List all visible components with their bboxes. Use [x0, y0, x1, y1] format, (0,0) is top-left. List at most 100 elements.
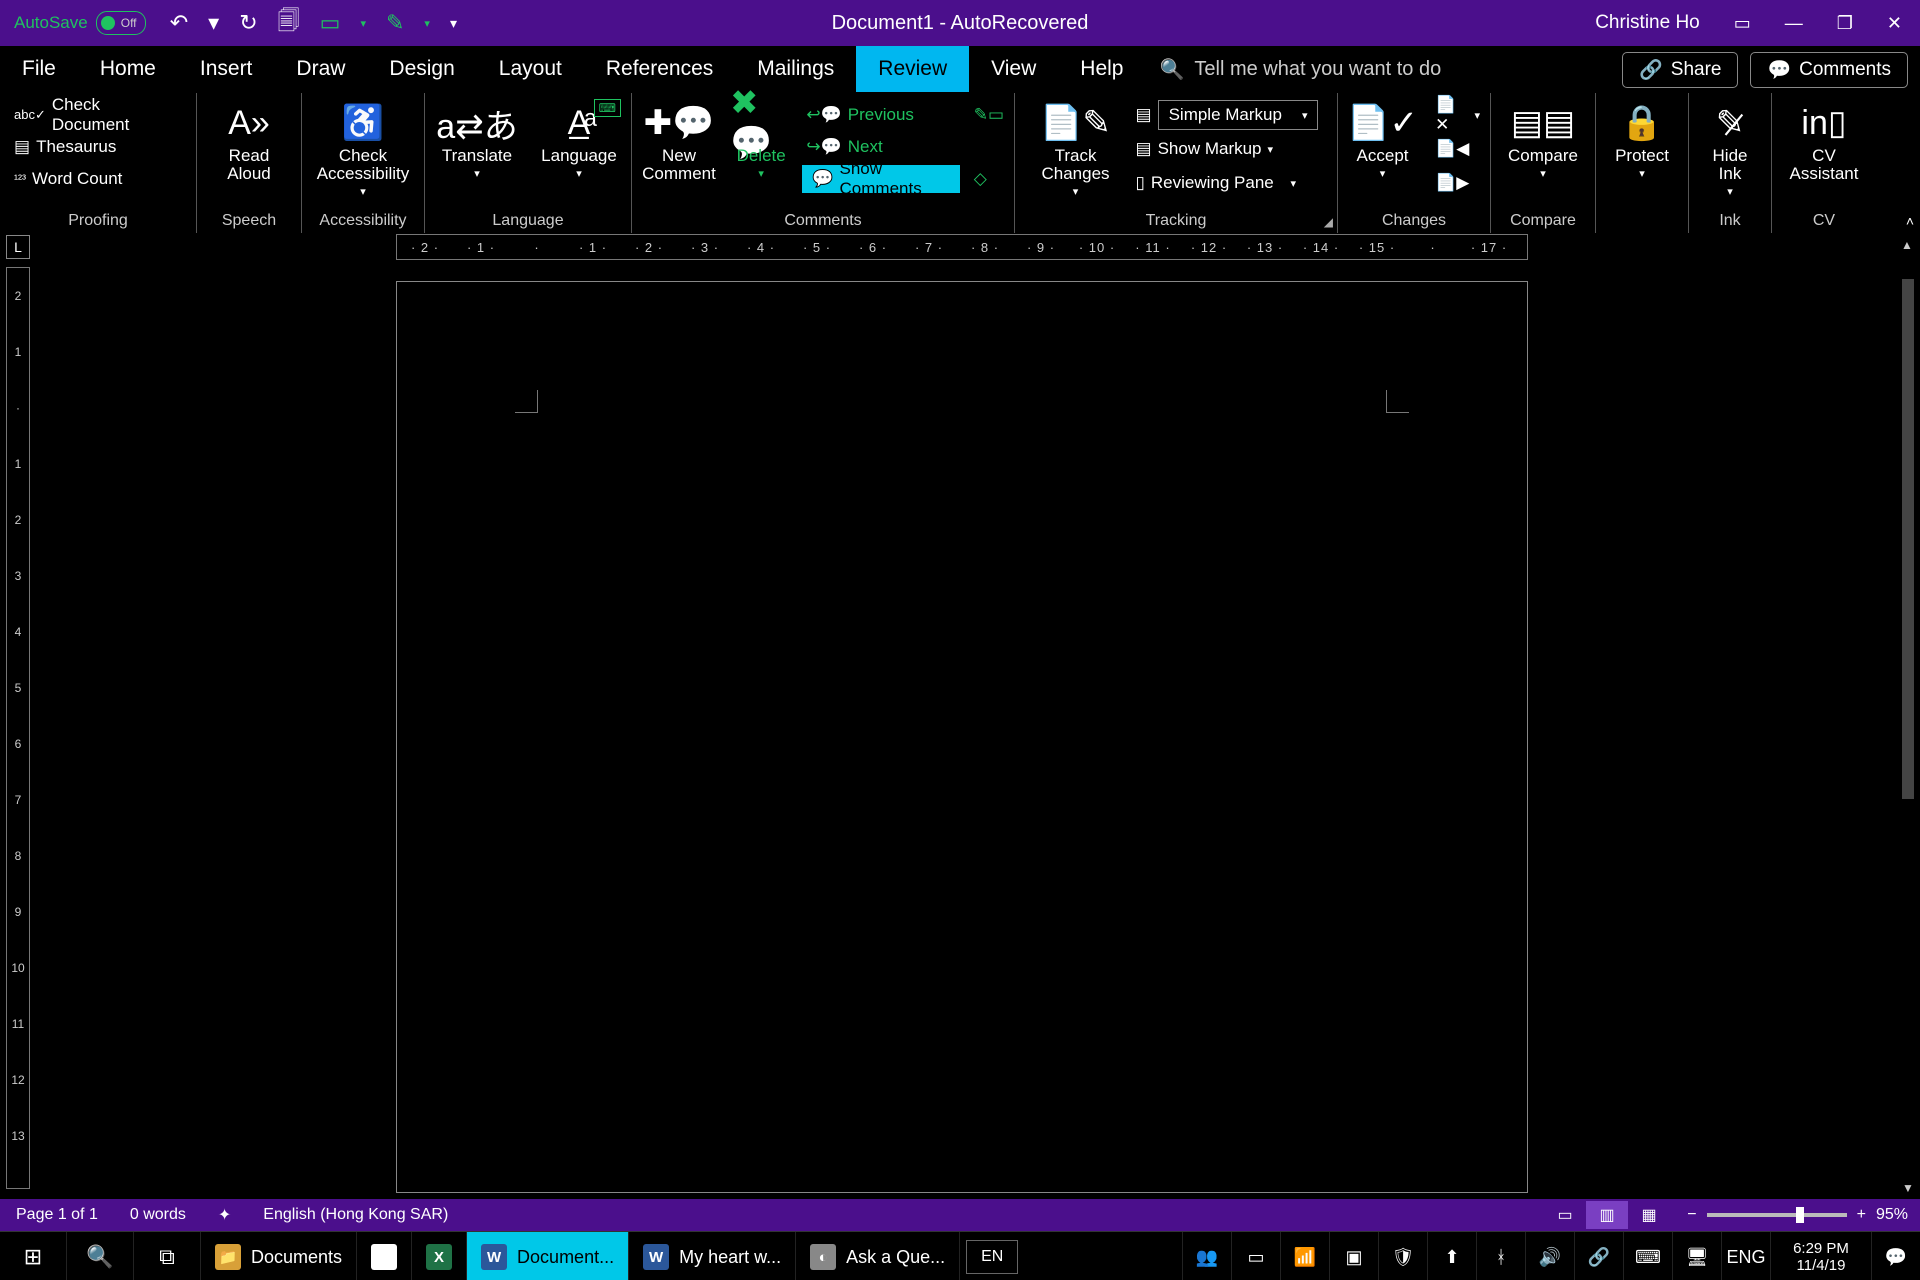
tray-icon-0[interactable]: 👥 — [1182, 1232, 1231, 1280]
tray-language[interactable]: ENG — [1721, 1232, 1770, 1280]
cv-assistant-button[interactable]: in▯ CV Assistant — [1778, 97, 1870, 183]
delete-comment-button[interactable]: ✖💬 Delete ▾ — [730, 97, 792, 180]
redo-button[interactable]: ↻ — [239, 10, 257, 36]
tab-design[interactable]: Design — [367, 46, 476, 92]
search-button[interactable]: 🔍 — [67, 1232, 134, 1280]
tab-layout[interactable]: Layout — [477, 46, 584, 92]
minimize-button[interactable]: — — [1785, 13, 1803, 34]
check-accessibility-button[interactable]: ♿ Check Accessibility ▾ — [308, 97, 418, 198]
tray-icon-9[interactable]: ⌨ — [1623, 1232, 1672, 1280]
start-button[interactable]: ⊞ — [0, 1232, 67, 1280]
user-name[interactable]: Christine Ho — [1595, 12, 1700, 34]
tracking-launcher[interactable]: ◢ — [1324, 215, 1333, 229]
zoom-out-button[interactable]: − — [1687, 1206, 1696, 1224]
check-document-button[interactable]: abc✓Check Document — [10, 101, 186, 129]
zoom-slider[interactable] — [1707, 1213, 1847, 1217]
taskbar-app-excel[interactable]: X — [412, 1232, 467, 1280]
show-markup-button[interactable]: ▤Show Markup▾ — [1132, 135, 1323, 163]
horizontal-ruler[interactable]: · 2 ·· 1 ··· 1 ·· 2 ·· 3 ·· 4 ·· 5 ·· 6 … — [396, 234, 1528, 260]
next-change-button[interactable]: 📄▶ — [1431, 169, 1484, 197]
next-comment-button[interactable]: ↪💬Next — [802, 133, 959, 161]
show-comments-button[interactable]: 💬Show Comments — [802, 165, 959, 193]
save-button[interactable]: 🗐 — [278, 4, 300, 42]
markup-mode-dropdown[interactable]: ▤ Simple Markup▾ — [1132, 101, 1323, 129]
ime-indicator[interactable]: EN — [966, 1240, 1018, 1274]
word-count-button[interactable]: ¹²³Word Count — [10, 165, 186, 193]
taskbar-app-word-heart[interactable]: WMy heart w... — [629, 1232, 796, 1280]
taskbar-app-chrome[interactable]: ◉ — [357, 1232, 412, 1280]
tab-stop-selector[interactable]: L — [6, 235, 30, 259]
keyboard-icon[interactable]: ⌨ — [594, 99, 621, 117]
taskbar-app-word-doc1[interactable]: WDocument... — [467, 1232, 629, 1280]
thesaurus-button[interactable]: ▤Thesaurus — [10, 133, 186, 161]
zoom-slider-thumb[interactable] — [1796, 1207, 1804, 1223]
read-mode-button[interactable]: ▭ — [1544, 1201, 1586, 1229]
tray-icon-8[interactable]: 🔗 — [1574, 1232, 1623, 1280]
word-count-status[interactable]: 0 words — [114, 1206, 202, 1224]
tab-help[interactable]: Help — [1058, 46, 1145, 92]
vertical-ruler[interactable]: 21·12345678910111213 — [6, 267, 30, 1189]
new-comment-button[interactable]: ✚💬 New Comment — [638, 97, 720, 183]
tray-icon-7[interactable]: 🔊 — [1525, 1232, 1574, 1280]
taskbar: ⊞ 🔍 ⧉ 📁Documents◉XWDocument...WMy heart … — [0, 1231, 1920, 1280]
prev-change-button[interactable]: 📄◀ — [1431, 135, 1484, 163]
compare-button[interactable]: ▤▤ Compare ▾ — [1497, 97, 1589, 180]
tab-draw[interactable]: Draw — [274, 46, 367, 92]
tray-icon-4[interactable]: 🛡 — [1378, 1232, 1427, 1280]
taskbar-app-documents[interactable]: 📁Documents — [201, 1232, 357, 1280]
accept-button[interactable]: 📄✓ Accept ▾ — [1344, 97, 1421, 180]
zoom-in-button[interactable]: + — [1857, 1206, 1866, 1224]
protect-button[interactable]: 🔒 Protect ▾ — [1602, 97, 1682, 180]
hide-ink-button[interactable]: ✎̷ Hide Ink ▾ — [1695, 97, 1765, 198]
page-status[interactable]: Page 1 of 1 — [0, 1206, 114, 1224]
draw-format-button[interactable]: ▭ — [320, 10, 341, 36]
tab-view[interactable]: View — [969, 46, 1058, 92]
proofing-status-icon[interactable]: ✦ — [202, 1205, 247, 1225]
reject-button[interactable]: 📄✕▾ — [1431, 101, 1484, 129]
close-button[interactable]: ✕ — [1887, 13, 1902, 34]
read-aloud-button[interactable]: A» Read Aloud — [203, 97, 295, 183]
tab-file[interactable]: File — [0, 46, 78, 92]
collapse-ribbon-button[interactable]: ˄ — [1906, 213, 1914, 229]
tray-icon-2[interactable]: 📶 — [1280, 1232, 1329, 1280]
web-layout-button[interactable]: ▦ — [1628, 1201, 1670, 1229]
maximize-button[interactable]: ❐ — [1837, 13, 1853, 34]
tray-notifications[interactable]: 💬 — [1871, 1232, 1920, 1280]
share-button[interactable]: 🔗 Share — [1622, 52, 1738, 88]
tab-insert[interactable]: Insert — [178, 46, 275, 92]
tab-home[interactable]: Home — [78, 46, 178, 92]
track-changes-button[interactable]: 📄✎ Track Changes ▾ — [1030, 97, 1122, 198]
scroll-up-button[interactable]: ▲ — [1898, 238, 1916, 256]
undo-button[interactable]: ↶ — [170, 10, 188, 36]
tray-icon-6[interactable]: ᚼ — [1476, 1232, 1525, 1280]
tray-icon-3[interactable]: ▣ — [1329, 1232, 1378, 1280]
tray-clock[interactable]: 6:29 PM11/4/19 — [1770, 1232, 1871, 1280]
language-status[interactable]: English (Hong Kong SAR) — [247, 1206, 464, 1224]
group-speech: A» Read Aloud Speech — [197, 93, 302, 233]
tray-icon-5[interactable]: ⬆ — [1427, 1232, 1476, 1280]
scroll-down-button[interactable]: ▼ — [1898, 1181, 1918, 1199]
comments-button[interactable]: 💬 Comments — [1750, 52, 1908, 88]
eraser-button[interactable]: ◇ — [970, 165, 1008, 193]
touch-mode-button[interactable]: ✎ — [386, 10, 404, 36]
vertical-scrollbar[interactable]: ▼ — [1898, 261, 1918, 1199]
document-page[interactable] — [396, 281, 1528, 1193]
tray-icon-10[interactable]: 🖥 — [1672, 1232, 1721, 1280]
tray-icon-1[interactable]: ▭ — [1231, 1232, 1280, 1280]
previous-comment-button[interactable]: ↩💬Previous — [802, 101, 959, 129]
tab-references[interactable]: References — [584, 46, 735, 92]
taskbar-app-askq[interactable]: ◐Ask a Que... — [796, 1232, 960, 1280]
tell-me-search[interactable]: 🔍 Tell me what you want to do — [1159, 46, 1441, 92]
zoom-value[interactable]: 95% — [1876, 1206, 1908, 1224]
print-layout-button[interactable]: ▥ — [1586, 1201, 1628, 1229]
qat-customize-button[interactable]: ▾ — [450, 15, 457, 32]
task-view-button[interactable]: ⧉ — [134, 1232, 201, 1280]
translate-button[interactable]: a⇄あ Translate ▾ — [431, 97, 523, 180]
reviewing-pane-button[interactable]: ▯Reviewing Pane ▾ — [1132, 169, 1323, 197]
autosave-toggle[interactable]: AutoSave Off — [14, 11, 146, 35]
undo-dropdown[interactable]: ▾ — [208, 10, 219, 36]
tab-review[interactable]: Review — [856, 46, 969, 92]
scrollbar-thumb[interactable] — [1902, 279, 1914, 799]
ribbon-options-button[interactable]: ▭ — [1734, 13, 1751, 34]
ink-comment-button[interactable]: ✎▭ — [970, 101, 1008, 129]
